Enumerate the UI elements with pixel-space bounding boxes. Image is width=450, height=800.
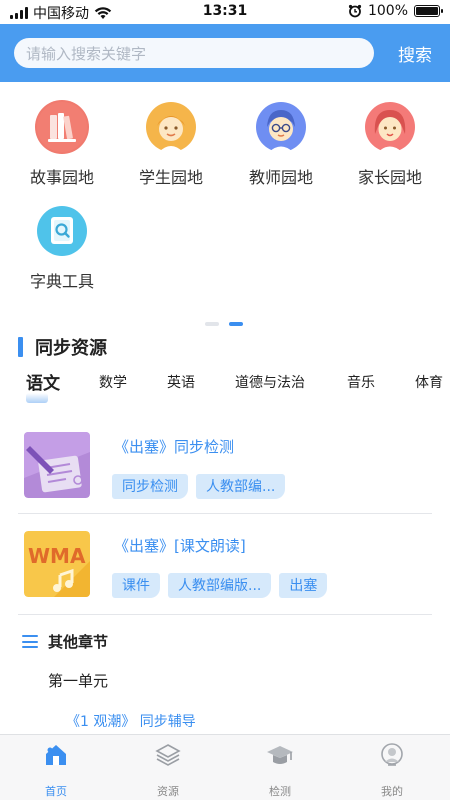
graduation-cap-icon [267,746,293,764]
category-label: 家长园地 [357,168,422,187]
divider [18,614,432,615]
category-student[interactable]: 学生园地 [121,100,221,188]
subject-tabs: 语文 数学 英语 道德与法治 音乐 体育 [0,369,450,403]
nav-test[interactable]: 检测 [240,741,320,799]
student-avatar-icon [144,100,198,154]
carousel-dot[interactable] [205,322,219,326]
resource-tag: 同步检测 [112,474,188,499]
section-accent-bar [18,337,23,357]
nav-label: 我的 [381,785,403,798]
tab-chinese[interactable]: 语文 [26,369,60,394]
category-teacher[interactable]: 教师园地 [231,100,331,188]
wma-audio-icon: WMA [24,531,90,597]
nav-home[interactable]: 首页 [16,741,96,799]
unit-label[interactable]: 第一单元 [48,670,108,691]
search-placeholder: 请输入搜索关键字 [26,44,147,63]
resource-item[interactable]: WMA 《出塞》[课文朗读] 课件 人教部编版... 出塞 [24,531,432,623]
user-icon [381,743,403,766]
tab-pe[interactable]: 体育 [415,372,443,392]
tab-math[interactable]: 数学 [99,372,127,392]
category-parent[interactable]: 家长园地 [340,100,440,188]
teacher-avatar-icon [254,100,308,154]
category-story[interactable]: 故事园地 [12,100,112,188]
active-tab-indicator [26,393,48,403]
nav-label: 首页 [45,785,67,798]
alarm-icon [348,4,362,18]
search-button[interactable]: 搜索 [398,41,432,66]
section-header: 同步资源 [18,334,107,360]
dictionary-search-icon [35,204,89,258]
section-title: 同步资源 [35,338,107,359]
nav-mine[interactable]: 我的 [352,741,432,799]
nav-label: 检测 [269,785,291,798]
nav-resources[interactable]: 资源 [128,741,208,799]
tab-morality-law[interactable]: 道德与法治 [235,372,305,392]
app-screen: 中国移动 13:31 100% 请输入搜索关键字 搜索 故事园地 学生园地 教师… [0,0,450,800]
status-bar: 中国移动 13:31 100% [0,0,450,24]
divider [18,513,432,514]
other-chapters-title: 其他章节 [48,633,109,651]
resource-item[interactable]: 《出塞》同步检测 同步检测 人教部编... [24,432,432,524]
tab-english[interactable]: 英语 [167,372,195,392]
home-icon [46,745,66,765]
bookshelf-icon [35,100,89,154]
status-right: 100% [348,3,443,19]
resource-title[interactable]: 《出塞》[课文朗读] [114,535,246,556]
resource-tag: 人教部编... [196,474,286,499]
parent-avatar-icon [363,100,417,154]
layers-icon [155,744,181,766]
resource-tag: 人教部编版... [168,573,272,598]
category-label: 故事园地 [29,168,94,187]
chapter-link[interactable]: 《1 观潮》 同步辅导 [66,711,196,731]
battery-percent: 100% [367,3,408,19]
nav-label: 资源 [157,785,179,798]
exam-paper-icon [24,432,90,498]
search-header: 请输入搜索关键字 搜索 [0,24,450,82]
list-menu-icon [22,635,38,648]
resource-title[interactable]: 《出塞》同步检测 [114,436,234,457]
wma-text: WMA [28,544,86,568]
carousel-dot-active[interactable] [229,322,243,326]
resource-tag: 课件 [112,573,160,598]
category-dictionary[interactable]: 字典工具 [12,204,112,292]
tab-music[interactable]: 音乐 [347,372,375,392]
category-label: 教师园地 [248,168,313,187]
carousel-indicator [205,322,243,326]
resource-tags: 课件 人教部编版... 出塞 [112,573,328,598]
search-input[interactable]: 请输入搜索关键字 [14,38,374,68]
resource-tags: 同步检测 人教部编... [112,474,286,499]
category-label: 学生园地 [138,168,203,187]
bottom-nav: 首页 资源 检测 我的 [0,734,450,800]
other-chapters-header: 其他章节 [22,631,108,652]
resource-tag: 出塞 [279,573,328,598]
category-label: 字典工具 [29,272,94,291]
battery-icon [414,5,443,17]
